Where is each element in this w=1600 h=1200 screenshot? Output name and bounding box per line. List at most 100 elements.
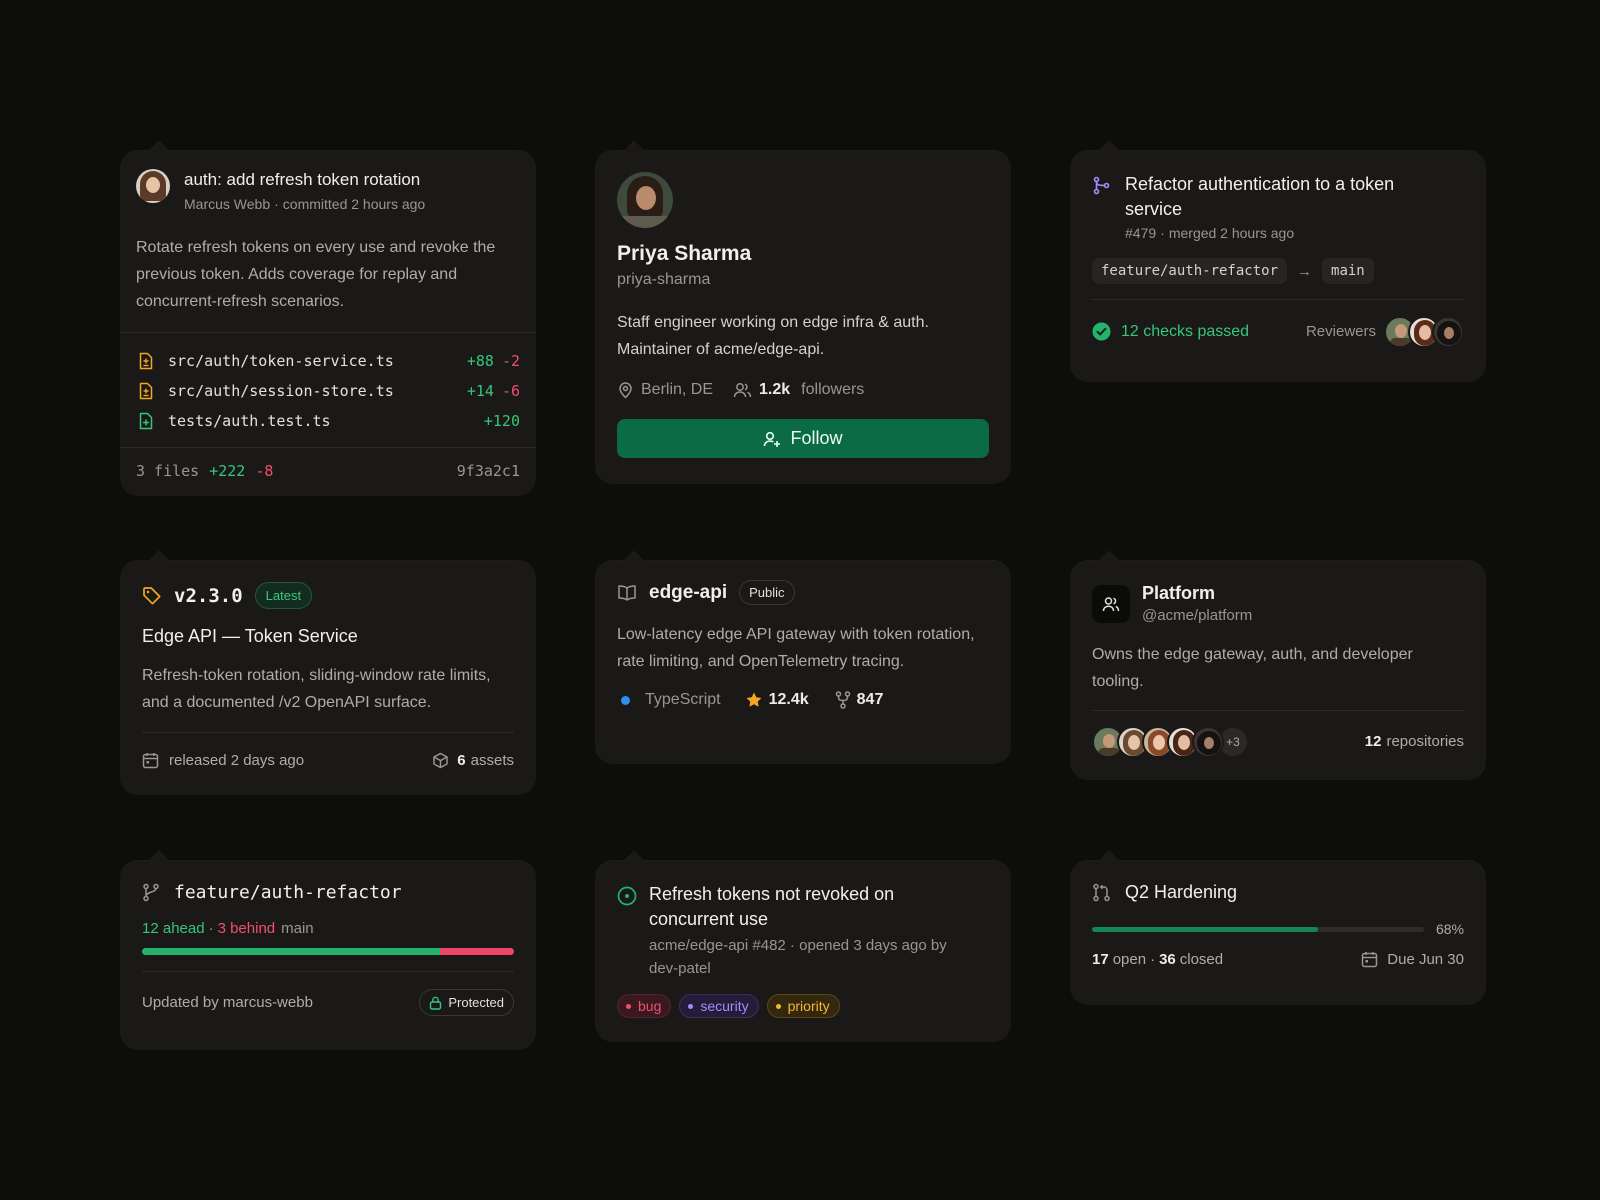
commit-author[interactable]: Marcus Webb xyxy=(184,196,270,212)
protected-label: Protected xyxy=(448,995,504,1010)
milestone-name[interactable]: Q2 Hardening xyxy=(1125,882,1237,903)
separator: · xyxy=(274,196,279,212)
release-version[interactable]: v2.3.0 xyxy=(174,585,243,607)
file-row[interactable]: src/auth/session-store.ts +14 -6 xyxy=(138,376,520,406)
users-icon xyxy=(733,381,752,399)
team-icon xyxy=(1092,585,1130,623)
language-dot xyxy=(621,695,630,705)
commit-card[interactable]: auth: add refresh token rotation Marcus … xyxy=(120,150,536,496)
protected-badge: Protected xyxy=(419,989,514,1016)
open-count[interactable]: 17 xyxy=(1092,951,1109,968)
label-priority[interactable]: priority xyxy=(766,994,840,1018)
calendar-icon xyxy=(142,752,159,769)
behind-segment xyxy=(439,948,514,955)
file-name[interactable]: src/auth/session-store.ts xyxy=(168,382,467,400)
label-name: security xyxy=(700,998,749,1014)
fork-icon[interactable] xyxy=(835,691,851,709)
separator: · xyxy=(208,920,214,937)
file-modified-icon xyxy=(138,352,154,370)
file-row[interactable]: tests/auth.test.ts +120 xyxy=(138,406,520,436)
profile-card: Priya Sharma priya-sharma Staff engineer… xyxy=(595,150,1011,484)
team-card: Platform @acme/platform Owns the edge ga… xyxy=(1070,560,1486,780)
profile-name[interactable]: Priya Sharma xyxy=(617,242,989,266)
commit-time: committed 2 hours ago xyxy=(282,196,426,212)
label-bug[interactable]: bug xyxy=(617,994,672,1018)
base-branch[interactable]: main xyxy=(281,920,314,937)
followers-count[interactable]: 1.2k xyxy=(759,381,790,399)
team-handle[interactable]: @acme/platform xyxy=(1142,607,1252,624)
team-name[interactable]: Platform xyxy=(1142,583,1252,604)
check-circle-icon xyxy=(1092,322,1111,341)
changed-files-list: src/auth/token-service.ts +88 -2 src/aut… xyxy=(120,332,536,448)
commit-title[interactable]: auth: add refresh token rotation xyxy=(184,170,425,190)
file-modified-icon xyxy=(138,382,154,400)
file-name[interactable]: src/auth/token-service.ts xyxy=(168,352,467,370)
profile-avatar[interactable] xyxy=(617,172,673,228)
ahead-behind-bar xyxy=(142,948,514,955)
reviewer-avatar[interactable] xyxy=(1432,315,1464,348)
closed-count[interactable]: 36 xyxy=(1159,951,1176,968)
branch-card: feature/auth-refactor 12 ahead · 3 behin… xyxy=(120,860,536,1050)
profile-handle[interactable]: priya-sharma xyxy=(617,271,989,289)
issue-title[interactable]: Refresh tokens not revoked on concurrent… xyxy=(649,882,949,932)
profile-location: Berlin, DE xyxy=(641,381,714,398)
milestone-percent: 68% xyxy=(1435,921,1464,937)
file-added-icon xyxy=(138,412,154,430)
stars-count[interactable]: 12.4k xyxy=(769,691,809,709)
label-dot xyxy=(688,1003,694,1009)
repositories-label: repositories xyxy=(1386,733,1464,750)
milestone-card: Q2 Hardening 68% 17 open · 36 closed Due… xyxy=(1070,860,1486,1005)
branch-name[interactable]: feature/auth-refactor xyxy=(174,882,402,903)
label-name: bug xyxy=(638,998,662,1014)
repo-name[interactable]: edge-api xyxy=(649,582,727,604)
label-dot xyxy=(626,1003,631,1009)
pr-status: merged 2 hours ago xyxy=(1168,225,1295,241)
pr-number[interactable]: #479 xyxy=(1125,225,1156,241)
release-date: released 2 days ago xyxy=(169,752,305,769)
issue-card: Refresh tokens not revoked on concurrent… xyxy=(595,860,1011,1042)
issue-meta: acme/edge-api #482 · opened 3 days ago b… xyxy=(649,937,947,977)
branch-icon xyxy=(142,883,160,902)
merge-icon xyxy=(1092,176,1111,195)
ahead-segment xyxy=(142,948,440,955)
file-additions: +120 xyxy=(483,412,520,430)
file-additions: +88 xyxy=(466,352,494,370)
team-description: Owns the edge gateway, auth, and develop… xyxy=(1092,646,1413,690)
base-branch-chip[interactable]: main xyxy=(1322,258,1374,284)
updated-by: Updated by marcus-webb xyxy=(142,994,313,1011)
forks-count[interactable]: 847 xyxy=(857,691,884,709)
separator: · xyxy=(1150,951,1156,968)
file-name[interactable]: tests/auth.test.ts xyxy=(168,412,484,430)
milestone-progress-bar xyxy=(1092,926,1424,932)
closed-label: closed xyxy=(1179,951,1224,968)
release-description: Refresh-token rotation, sliding-window r… xyxy=(142,667,491,711)
follow-label: Follow xyxy=(790,428,843,448)
user-plus-icon xyxy=(763,430,781,448)
follow-button[interactable]: Follow xyxy=(617,419,989,458)
pr-title[interactable]: Refactor authentication to a token servi… xyxy=(1125,172,1425,222)
book-icon xyxy=(617,584,637,602)
label-security[interactable]: security xyxy=(679,994,759,1018)
repositories-count[interactable]: 12 xyxy=(1365,733,1382,750)
repo-description: Low-latency edge API gateway with token … xyxy=(617,626,975,670)
location-icon xyxy=(617,381,634,399)
label-dot xyxy=(775,1003,781,1009)
star-icon[interactable] xyxy=(745,691,763,709)
arrow-right-icon: → xyxy=(1297,262,1313,280)
file-deletions: -6 xyxy=(501,382,520,400)
ahead-count: 12 ahead xyxy=(142,920,205,937)
file-row[interactable]: src/auth/token-service.ts +88 -2 xyxy=(138,346,520,376)
commit-hash[interactable]: 9f3a2c1 xyxy=(457,462,520,480)
followers-label: followers xyxy=(801,381,865,398)
release-title[interactable]: Edge API — Token Service xyxy=(142,626,514,647)
file-deletions: -2 xyxy=(501,352,520,370)
assets-count[interactable]: 6 xyxy=(457,752,465,769)
head-branch-chip[interactable]: feature/auth-refactor xyxy=(1092,258,1288,284)
author-avatar[interactable] xyxy=(136,169,170,203)
member-avatar[interactable] xyxy=(1192,725,1224,758)
commit-description: Rotate refresh tokens on every use and r… xyxy=(136,239,496,310)
checks-status[interactable]: 12 checks passed xyxy=(1121,323,1249,341)
due-date: Due Jun 30 xyxy=(1387,951,1464,968)
total-additions: +222 xyxy=(209,462,246,480)
files-count: 3 files xyxy=(136,462,200,480)
